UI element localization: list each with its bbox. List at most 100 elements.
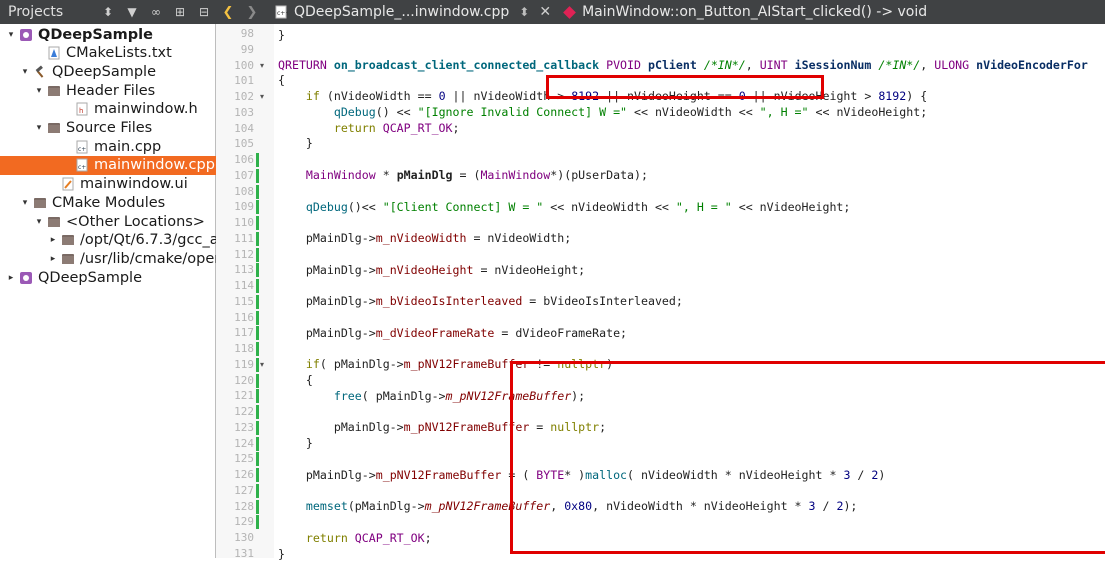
tree-item[interactable]: ▸ QDeepSample [0,268,221,287]
projects-panel-header: Projects ⬍ ▼ ∞ ⊞ ⊟ [0,0,216,24]
expand-right-icon[interactable]: ▸ [48,254,58,264]
code-line-104: return QCAP_RT_OK; [333,121,460,135]
code-line-111: pMainDlg->m_nVideoWidth = nVideoWidth; [305,231,572,245]
file-dropdown-icon[interactable]: ⬍ [519,5,529,19]
change-marker [256,499,259,514]
line-number: 98 [240,27,254,40]
tree-item[interactable]: ▾ Header Files [0,81,249,100]
fold-arrow-icon[interactable]: ▾ [260,360,264,369]
fold-arrow-icon[interactable]: ▾ [260,92,264,101]
change-marker [256,216,259,230]
line-number: 121 [234,389,254,403]
expand-right-icon[interactable]: ▸ [48,235,58,245]
link-icon[interactable]: ∞ [144,5,168,19]
line-number: 119 [234,357,254,371]
close-file-icon[interactable]: ✕ [539,4,551,20]
line-number: 128 [234,499,254,513]
folder-icon [47,84,61,98]
hammer-icon [33,65,47,79]
sort-chevron-icon[interactable]: ⬍ [96,5,120,19]
tree-item[interactable]: ▾ CMake Modules [0,193,235,212]
ui-file-icon [61,177,75,191]
change-marker [256,342,259,356]
line-number: 122 [234,405,254,418]
tree-item-label: mainwindow.cpp [94,157,215,174]
expand-down-icon[interactable]: ▾ [6,30,16,40]
change-marker [256,373,259,388]
svg-text:c+: c+ [78,164,86,171]
close-panel-icon[interactable]: ⊟ [192,5,216,19]
tree-item[interactable]: CMakeLists.txt [0,44,249,63]
expand-down-icon[interactable]: ▾ [20,198,30,208]
line-number: 103 [234,105,254,119]
line-number: 108 [234,184,254,198]
expand-down-icon[interactable]: ▾ [20,67,30,77]
buffer-allocation-highlight-box [510,361,1105,554]
code-line-124: } [305,436,313,450]
change-marker [256,452,259,467]
folder-icon [61,252,75,266]
line-number: 114 [234,279,254,292]
filter-icon[interactable]: ▼ [120,5,144,19]
code-line-98: } [278,28,285,42]
line-number: 115 [234,294,254,308]
change-marker [256,468,259,482]
code-line-120: { [305,373,313,387]
line-number: 110 [234,216,254,229]
expand-down-icon[interactable]: ▾ [34,217,44,227]
tree-item-label: /usr/lib/cmake/oper [80,250,221,267]
tree-item[interactable]: ▾ <Other Locations> [0,212,249,231]
symbol-selector[interactable]: MainWindow::on_Button_AIStart_clicked() … [582,4,927,20]
code-editor[interactable]: 98 99 100 ▾ 101 102 ▾ 103 104 105 106 107 108 109 110 1… [216,24,1105,561]
tree-item-label: /opt/Qt/6.7.3/gcc_a [80,232,219,249]
line-number: 123 [234,420,254,434]
tree-item[interactable]: ▾ QDeepSample [0,25,221,44]
expand-down-icon[interactable]: ▾ [34,123,44,133]
expand-down-icon[interactable]: ▾ [34,86,44,96]
cmake-file-icon [47,46,61,60]
function-symbol-icon [563,5,576,19]
tree-item[interactable]: ▾ Source Files [0,119,249,138]
line-number: 130 [234,531,254,544]
code-line-107: MainWindow * pMainDlg = (MainWindow*)(pU… [305,168,648,182]
folder-icon [47,121,61,135]
editor-toolbar: ❮ ❯ c++ QDeepSample_...inwindow.cpp ⬍ ✕ … [216,0,1105,24]
fold-arrow-icon[interactable]: ▾ [260,61,264,70]
cpp-file-icon: c++ [275,5,288,19]
code-line-130: return QCAP_RT_OK; [305,531,432,545]
split-icon[interactable]: ⊞ [168,5,192,19]
code-line-117: pMainDlg->m_dVideoFrameRate = dVideoFram… [305,326,628,340]
tree-item-label: Header Files [66,82,156,99]
header-file-icon: h [75,102,89,116]
tree-item[interactable]: ▾ QDeepSample [0,62,235,81]
change-marker [256,357,259,372]
line-number: 113 [234,263,254,277]
code-line-113: pMainDlg->m_nVideoHeight = nVideoHeight; [305,263,586,277]
line-number: 125 [234,452,254,466]
code-line-115: pMainDlg->m_bVideoIsInterleaved = bVideo… [305,294,683,308]
open-file-name[interactable]: QDeepSample_...inwindow.cpp [294,4,509,20]
svg-text:c+: c+ [78,146,86,153]
folder-icon [61,233,75,247]
folder-icon [33,196,47,210]
line-number: 126 [234,468,254,481]
tree-item-label: QDeepSample [52,63,156,80]
project-icon [19,28,33,42]
forward-arrow-icon[interactable]: ❯ [240,5,264,20]
back-arrow-icon[interactable]: ❮ [216,5,240,20]
line-number: 107 [234,168,254,182]
expand-right-icon[interactable]: ▸ [6,273,16,283]
line-number: 117 [234,326,254,340]
line-number: 99 [240,42,254,56]
code-line-109: qDebug()<< "[Client Connect] W = " << nV… [305,200,851,214]
function-name: on_broadcast_client_connected_callback [333,58,600,72]
line-number-gutter: 98 99 100 ▾ 101 102 ▾ 103 104 105 106 107 108 109 110 1… [216,24,274,560]
line-number: 102 [234,90,254,103]
change-marker [256,436,259,451]
line-number: 106 [234,153,254,166]
line-number: 120 [234,373,254,387]
tree-item-label: mainwindow.ui [80,176,188,193]
folder-icon [47,215,61,229]
code-line-105: } [305,136,313,150]
line-number: 112 [234,247,254,261]
